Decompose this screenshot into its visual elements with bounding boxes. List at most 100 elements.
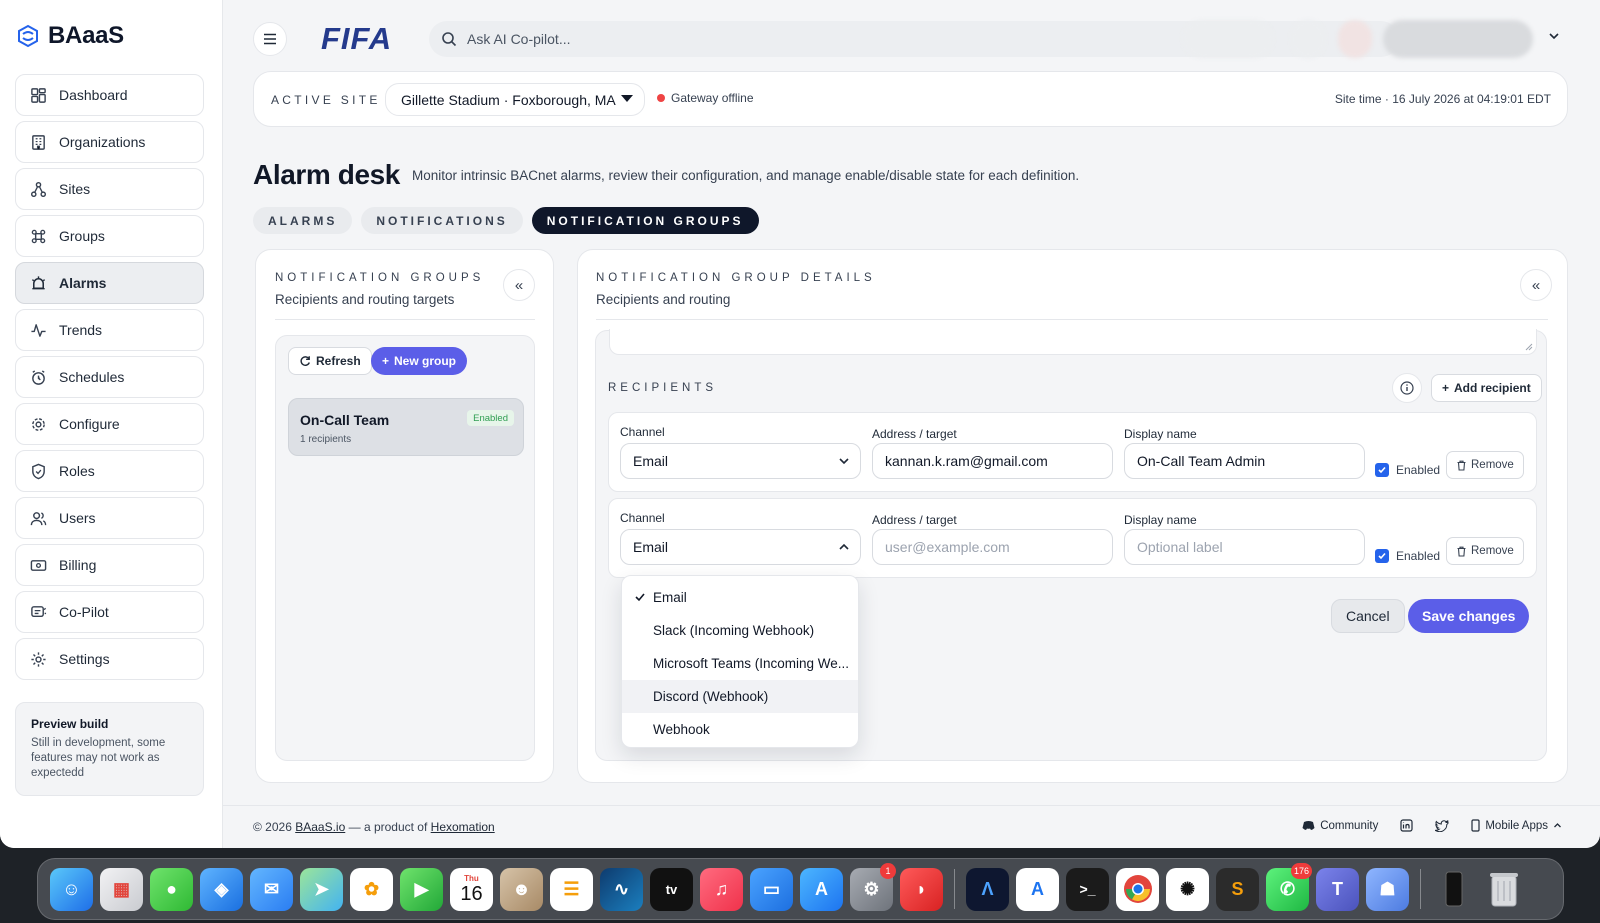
tab-notification-groups[interactable]: NOTIFICATION GROUPS	[531, 207, 759, 234]
photos-icon[interactable]: ✿	[350, 867, 393, 911]
mobile-apps-toggle[interactable]: Mobile Apps	[1471, 819, 1562, 832]
terminal-icon[interactable]: >_	[1066, 867, 1109, 911]
safari-icon[interactable]: ◈	[200, 867, 243, 911]
sidebar-item-co-pilot[interactable]: Co-Pilot	[15, 591, 204, 633]
description-textarea[interactable]	[609, 329, 1537, 355]
app-store-icon[interactable]: A	[800, 867, 843, 911]
brand-name: BAaaS	[48, 22, 124, 49]
sidebar-item-roles[interactable]: Roles	[15, 450, 204, 492]
refresh-button[interactable]: Refresh	[288, 347, 372, 375]
sidebar-item-sites[interactable]: Sites	[15, 168, 204, 210]
org-logo[interactable]: FIFA	[321, 21, 392, 57]
keynote-icon[interactable]: ▭	[750, 867, 793, 911]
facetime-icon[interactable]: ▶	[400, 867, 443, 911]
sidebar-item-schedules[interactable]: Schedules	[15, 356, 204, 398]
baaas-link[interactable]: BAaaS.io	[295, 820, 345, 834]
sidebar-item-groups[interactable]: Groups	[15, 215, 204, 257]
save-changes-button[interactable]: Save changes	[1408, 599, 1530, 633]
tab-notifications[interactable]: NOTIFICATIONS	[361, 207, 523, 234]
sidebar-item-configure[interactable]: Configure	[15, 403, 204, 445]
blurred-icon-button[interactable]	[1291, 20, 1325, 58]
trash-bin-icon[interactable]	[1482, 868, 1525, 911]
twitter-icon[interactable]	[1435, 819, 1449, 832]
display-name-input[interactable]: Optional label	[1124, 529, 1365, 565]
reminders-icon[interactable]: ☰	[550, 867, 593, 911]
billing-icon	[30, 559, 47, 571]
channel-select[interactable]: Email	[620, 443, 861, 479]
sidebar-item-settings[interactable]: Settings	[15, 638, 204, 680]
enabled-label: Enabled	[1396, 549, 1441, 563]
settings-icon	[31, 651, 46, 667]
info-button[interactable]	[1392, 373, 1422, 403]
arc-app-icon[interactable]: Λ	[966, 867, 1009, 911]
remove-recipient-button[interactable]: Remove	[1446, 537, 1524, 565]
channel-option-slack[interactable]: Slack (Incoming Webhook)	[622, 614, 858, 647]
sidebar-item-alarms[interactable]: Alarms	[15, 262, 204, 304]
hexomation-link[interactable]: Hexomation	[431, 820, 495, 834]
user-menu[interactable]	[1383, 20, 1533, 58]
sublime-text-icon[interactable]: S	[1216, 867, 1259, 911]
robot-app-icon[interactable]: ☗	[1366, 867, 1409, 911]
xcode-tools-icon[interactable]: A	[1016, 867, 1059, 911]
red-app-icon[interactable]: ◗	[900, 867, 943, 911]
enabled-toggle[interactable]: Enabled	[1375, 549, 1440, 563]
tab-bar: ALARMS NOTIFICATIONS NOTIFICATION GROUPS	[253, 207, 759, 234]
panel-divider	[275, 319, 535, 320]
add-recipient-button[interactable]: + Add recipient	[1431, 374, 1542, 402]
channel-option-email[interactable]: Email	[622, 581, 858, 614]
maps-icon[interactable]: ➤	[300, 867, 343, 911]
preview-build-notice: Preview build Still in development, some…	[15, 702, 204, 796]
remove-recipient-button[interactable]: Remove	[1446, 451, 1524, 479]
blurred-action[interactable]	[1183, 20, 1273, 58]
topbar: FIFA	[223, 0, 1600, 76]
channel-option-discord[interactable]: Discord (Webhook)	[622, 680, 858, 713]
freeform-icon[interactable]: ∿	[600, 867, 643, 911]
contacts-icon[interactable]: ☻	[500, 867, 543, 911]
menu-toggle-button[interactable]	[253, 22, 287, 56]
site-select[interactable]: Gillette Stadium · Foxborough, MA	[385, 83, 645, 116]
calendar-icon[interactable]: Thu 16	[450, 867, 493, 911]
collapse-panel-button[interactable]: «	[503, 269, 535, 301]
sidebar-item-dashboard[interactable]: Dashboard	[15, 74, 204, 116]
tab-alarms[interactable]: ALARMS	[253, 207, 353, 234]
music-icon[interactable]: ♫	[700, 867, 743, 911]
option-label: Discord (Webhook)	[653, 689, 769, 704]
sidebar-item-trends[interactable]: Trends	[15, 309, 204, 351]
address-input[interactable]: user@example.com	[872, 529, 1113, 565]
channel-option-teams[interactable]: Microsoft Teams (Incoming We...	[622, 647, 858, 680]
enabled-checkbox[interactable]	[1375, 463, 1389, 477]
system-settings-icon[interactable]: ⚙ 1	[850, 862, 896, 911]
community-link[interactable]: Community	[1302, 820, 1378, 832]
address-input[interactable]: kannan.k.ram@gmail.com	[872, 443, 1113, 479]
launchpad-icon[interactable]: ▦	[100, 867, 143, 911]
search-input[interactable]	[467, 31, 1067, 47]
sidebar-item-organizations[interactable]: Organizations	[15, 121, 204, 163]
brand[interactable]: BAaaS	[16, 22, 124, 50]
calendar-month: Thu	[464, 873, 479, 883]
whatsapp-icon[interactable]: ✆ 176	[1266, 862, 1312, 911]
sidebar-item-users[interactable]: Users	[15, 497, 204, 539]
resize-handle-icon[interactable]	[1525, 343, 1533, 351]
notifications-button[interactable]	[1338, 20, 1372, 58]
teams-icon[interactable]: T	[1316, 867, 1359, 911]
chrome-icon[interactable]	[1116, 867, 1159, 911]
chatgpt-icon[interactable]: ✺	[1166, 867, 1209, 911]
cancel-button[interactable]: Cancel	[1331, 599, 1405, 633]
apple-tv-icon[interactable]: tv	[650, 867, 693, 911]
dock-separator	[1420, 869, 1421, 909]
sidebar-item-billing[interactable]: Billing	[15, 544, 204, 586]
mail-icon[interactable]: ✉	[250, 867, 293, 911]
enabled-toggle[interactable]: Enabled	[1375, 463, 1440, 477]
downloads-stack-icon[interactable]	[1432, 868, 1475, 911]
display-name-input[interactable]: On-Call Team Admin	[1124, 443, 1365, 479]
channel-option-webhook[interactable]: Webhook	[622, 713, 858, 746]
messages-icon[interactable]: ●	[150, 867, 193, 911]
finder-icon[interactable]: ☺	[50, 867, 93, 911]
chevron-down-icon[interactable]	[1548, 30, 1560, 42]
enabled-checkbox[interactable]	[1375, 549, 1389, 563]
new-group-button[interactable]: + New group	[371, 347, 468, 375]
linkedin-icon[interactable]	[1400, 819, 1413, 832]
channel-select[interactable]: Email	[620, 529, 861, 565]
group-list-item[interactable]: On-Call Team 1 recipients Enabled	[288, 398, 524, 456]
collapse-details-button[interactable]: «	[1520, 269, 1552, 301]
